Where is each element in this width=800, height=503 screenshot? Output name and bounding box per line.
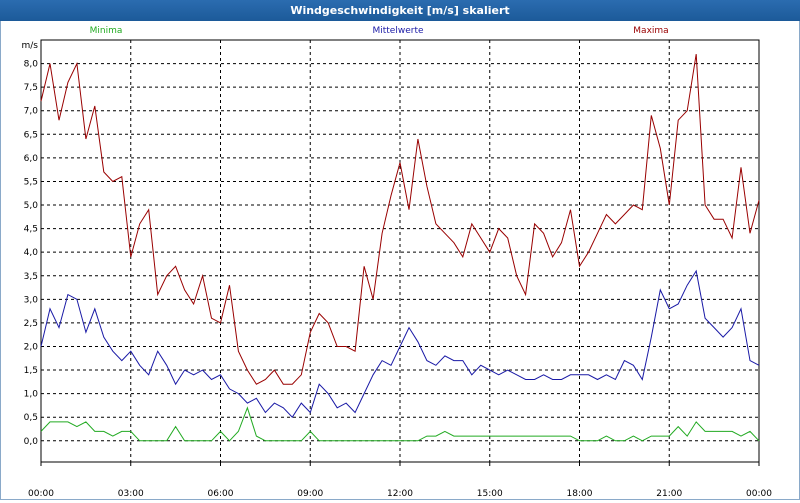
grid bbox=[40, 39, 760, 463]
y-axis-label: m/s bbox=[22, 41, 39, 51]
y-tick-label: 0,0 bbox=[24, 437, 39, 447]
x-tick-time: 18:00 bbox=[567, 489, 593, 499]
window-title: Windgeschwindigkeit [m/s] skaliert bbox=[0, 0, 800, 21]
y-tick-label: 6,0 bbox=[24, 154, 39, 164]
legend-mittelwerte: Mittelwerte bbox=[372, 26, 423, 36]
legend: Minima Mittelwerte Maxima bbox=[90, 26, 669, 36]
y-tick-label: 4,5 bbox=[24, 225, 38, 235]
y-tick-label: 5,5 bbox=[24, 177, 38, 187]
x-tick-time: 00:00 bbox=[28, 489, 54, 499]
y-tick-label: 1,0 bbox=[24, 390, 39, 400]
y-tick-label: 2,5 bbox=[24, 319, 38, 329]
y-tick-label: 3,0 bbox=[24, 295, 39, 305]
x-tick-time: 15:00 bbox=[477, 489, 503, 499]
x-tick-time: 12:00 bbox=[387, 489, 413, 499]
y-tick-label: 4,0 bbox=[24, 248, 39, 258]
y-tick-label: 3,5 bbox=[24, 272, 38, 282]
y-tick-label: 6,5 bbox=[24, 130, 38, 140]
y-tick-label: 7,5 bbox=[24, 83, 38, 93]
x-tick-time: 00:00 bbox=[746, 489, 772, 499]
y-tick-label: 5,0 bbox=[24, 201, 39, 211]
x-tick-time: 09:00 bbox=[297, 489, 323, 499]
y-tick-label: 1,5 bbox=[24, 366, 38, 376]
y-tick-label: 7,0 bbox=[24, 107, 39, 117]
y-tick-label: 8,0 bbox=[24, 60, 39, 70]
x-tick-time: 21:00 bbox=[656, 489, 682, 499]
x-tick-time: 06:00 bbox=[208, 489, 234, 499]
wind-speed-chart: 0,0 0,5 1,0 1,5 2,0 2,5 3,0 3,5 4,0 4,5 5,0 5,5 6,0 6… bbox=[22, 26, 773, 499]
chart-area: 0,0 0,5 1,0 1,5 2,0 2,5 3,0 3,5 4,0 4,5 5,0 5,5 6,0 6… bbox=[0, 21, 800, 500]
legend-maxima: Maxima bbox=[633, 26, 668, 36]
y-tick-label: 0,5 bbox=[24, 413, 38, 423]
legend-minima: Minima bbox=[90, 26, 123, 36]
x-tick-time: 03:00 bbox=[118, 489, 144, 499]
y-tick-label: 2,0 bbox=[24, 342, 39, 352]
